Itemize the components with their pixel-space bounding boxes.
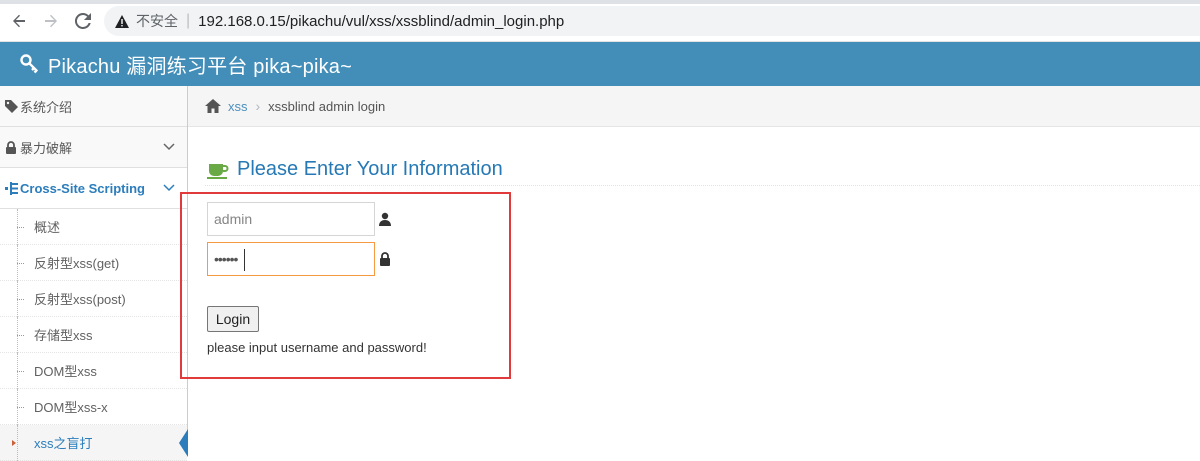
reload-icon[interactable] xyxy=(72,10,94,32)
chevron-down-icon xyxy=(163,184,175,192)
submenu-item-label: DOM型xss-x xyxy=(34,400,108,415)
forward-icon[interactable] xyxy=(40,10,62,32)
breadcrumb: xss › xssblind admin login xyxy=(188,86,1200,127)
submenu-item-label: 概述 xyxy=(34,220,61,235)
page-header: Please Enter Your Information xyxy=(205,154,1200,186)
tag-icon xyxy=(4,99,18,113)
warning-icon[interactable] xyxy=(114,13,130,29)
back-icon[interactable] xyxy=(8,10,30,32)
submenu-item-reflected-get[interactable]: 反射型xss(get) xyxy=(0,245,187,281)
address-divider: | xyxy=(186,12,191,29)
site-title[interactable]: Pikachu 漏洞练习平台 pika~pika~ xyxy=(48,50,352,79)
highlight-annotation-box xyxy=(180,192,511,379)
submenu-item-label: 存储型xss xyxy=(34,328,93,343)
site-header: Pikachu 漏洞练习平台 pika~pika~ xyxy=(0,42,1200,86)
url-text[interactable]: 192.168.0.15/pikachu/vul/xss/xssblind/ad… xyxy=(198,13,564,30)
breadcrumb-separator: › xyxy=(255,98,261,114)
sidebar-item-brute-force[interactable]: 暴力破解 xyxy=(0,127,187,168)
sidebar-item-label: Cross-Site Scripting xyxy=(20,180,145,196)
sidebar-item-intro[interactable]: 系统介绍 xyxy=(0,86,187,127)
chevron-down-icon xyxy=(163,143,175,151)
submenu-item-label: xss之盲打 xyxy=(34,436,93,451)
active-caret-icon xyxy=(12,440,16,446)
submenu-item-reflected-post[interactable]: 反射型xss(post) xyxy=(0,281,187,317)
submenu-item-dom[interactable]: DOM型xss xyxy=(0,353,187,389)
submenu-item-dom-x[interactable]: DOM型xss-x xyxy=(0,389,187,425)
xss-submenu: 概述 反射型xss(get) 反射型xss(post) 存储型xss DOM型x… xyxy=(0,209,188,461)
breadcrumb-link-xss[interactable]: xss xyxy=(228,99,248,114)
sidebar: 系统介绍 暴力破解 Cross-Site Scripting 概述 反射型xss… xyxy=(0,86,188,461)
page-title: Please Enter Your Information xyxy=(237,158,503,180)
breadcrumb-current: xssblind admin login xyxy=(268,98,386,114)
submenu-item-label: 反射型xss(get) xyxy=(34,256,120,271)
submenu-item-label: 反射型xss(post) xyxy=(34,292,126,307)
sidebar-item-label: 暴力破解 xyxy=(20,140,73,156)
tab-strip-edge xyxy=(0,0,1200,4)
insecure-label: 不安全 xyxy=(136,13,178,29)
submenu-item-overview[interactable]: 概述 xyxy=(0,209,187,245)
sitemap-icon xyxy=(4,181,18,195)
active-pointer-icon xyxy=(179,429,188,457)
key-icon xyxy=(20,54,39,74)
address-bar[interactable]: 不安全 | 192.168.0.15/pikachu/vul/xss/xssbl… xyxy=(104,6,1200,36)
home-icon[interactable] xyxy=(204,98,222,114)
coffee-icon xyxy=(207,163,229,179)
submenu-item-stored[interactable]: 存储型xss xyxy=(0,317,187,353)
sidebar-item-xss[interactable]: Cross-Site Scripting xyxy=(0,168,187,209)
sidebar-item-label: 系统介绍 xyxy=(20,99,73,115)
submenu-item-label: DOM型xss xyxy=(34,364,97,379)
browser-toolbar: 不安全 | 192.168.0.15/pikachu/vul/xss/xssbl… xyxy=(0,0,1200,42)
lock-icon xyxy=(4,140,18,154)
